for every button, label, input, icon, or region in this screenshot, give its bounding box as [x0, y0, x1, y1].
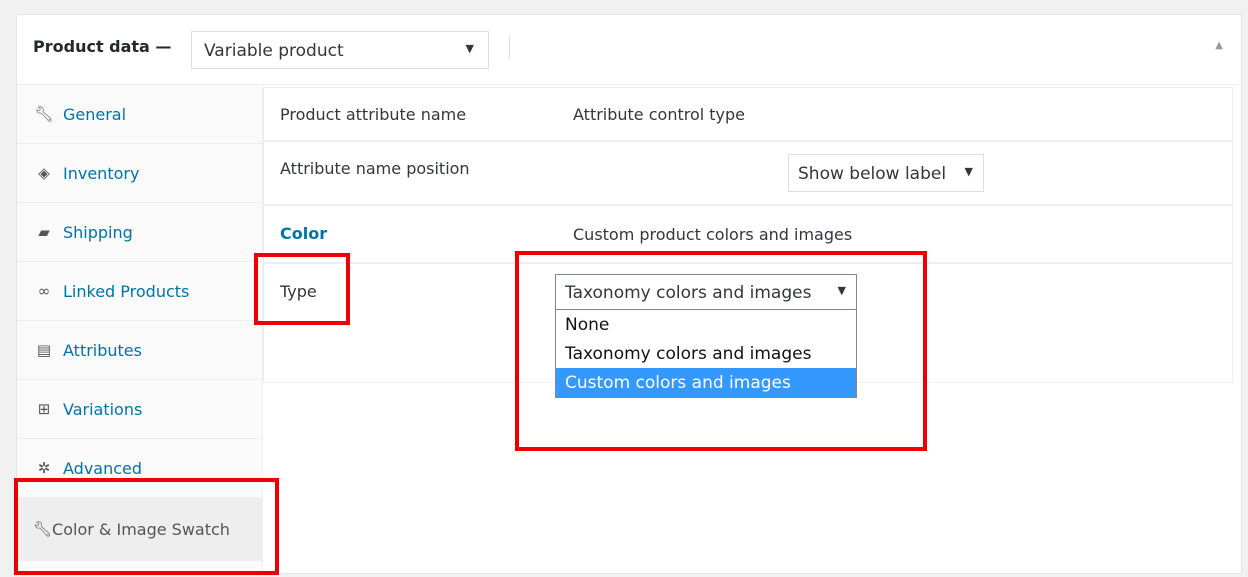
link-icon: ∞	[37, 282, 51, 300]
annotation-box-type	[254, 253, 350, 325]
attribute-name-link[interactable]: Color	[280, 224, 327, 243]
position-select-value: Show below label	[798, 164, 947, 184]
sidebar-item-general[interactable]: 🔧︎ General	[17, 85, 262, 144]
grid-icon: ⊞	[37, 400, 51, 418]
sidebar-item-linked-products[interactable]: ∞ Linked Products	[17, 262, 262, 321]
triangle-up-icon[interactable]: ▲	[1215, 40, 1223, 51]
sidebar-item-attributes[interactable]: ▤ Attributes	[17, 321, 262, 380]
header-divider	[509, 35, 510, 59]
sidebar-item-label: Advanced	[63, 458, 143, 478]
attribute-control-text: Custom product colors and images	[573, 225, 853, 244]
gear-icon: ✲	[37, 459, 51, 477]
position-label: Attribute name position	[280, 159, 470, 178]
sidebar-item-variations[interactable]: ⊞ Variations	[17, 380, 262, 439]
sidebar-item-inventory[interactable]: ◈ Inventory	[17, 144, 262, 203]
chevron-down-icon: ▼	[964, 165, 973, 178]
sidebar-item-label: Variations	[63, 399, 143, 419]
position-select[interactable]: Show below label ▼	[788, 154, 984, 192]
truck-icon: ▰	[38, 223, 50, 241]
sidebar-item-label: Inventory	[63, 163, 140, 183]
table-header-row: Product attribute name Attribute control…	[263, 87, 1233, 141]
sidebar-item-label: Linked Products	[63, 281, 190, 301]
column-header-control-type: Attribute control type	[573, 105, 746, 124]
column-header-attribute-name: Product attribute name	[280, 105, 467, 124]
chevron-down-icon: ▼	[465, 42, 474, 55]
product-type-value: Variable product	[204, 41, 344, 61]
product-type-select[interactable]: Variable product ▼	[191, 31, 489, 69]
sidebar-item-label: General	[63, 104, 127, 124]
table-row: Attribute name position Show below label…	[263, 141, 1233, 205]
sidebar-item-label: Shipping	[63, 222, 133, 242]
sidebar-item-shipping[interactable]: ▰ Shipping	[17, 203, 262, 262]
annotation-box-sidebar	[14, 478, 279, 575]
sidebar-item-label: Attributes	[63, 340, 142, 360]
wrench-icon: 🔧︎	[34, 105, 54, 123]
panel-header: Product data — Variable product ▼ ▲	[17, 15, 1241, 85]
panel-title: Product data —	[33, 37, 172, 56]
list-icon: ▤	[36, 341, 52, 359]
annotation-box-dropdown	[515, 251, 927, 451]
tag-icon: ◈	[38, 164, 50, 182]
